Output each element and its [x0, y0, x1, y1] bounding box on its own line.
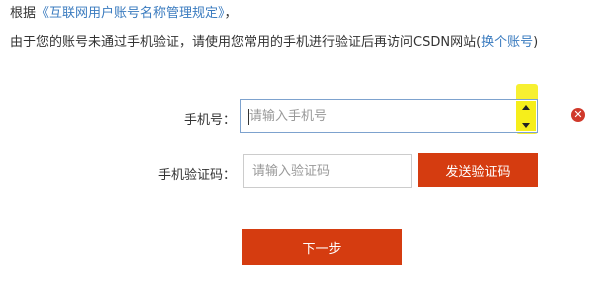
- code-input[interactable]: [244, 155, 411, 187]
- send-code-button[interactable]: 发送验证码: [418, 153, 538, 187]
- notice-paren-close: ): [533, 35, 539, 50]
- spinner-down-icon[interactable]: [516, 119, 536, 131]
- notice-prefix: 根据: [10, 6, 37, 21]
- rules-link[interactable]: 《互联网用户账号名称管理规定》: [36, 6, 225, 21]
- phone-label: 手机号：: [183, 113, 236, 128]
- phone-input[interactable]: [241, 100, 537, 132]
- switch-account-link[interactable]: 换个账号: [481, 35, 533, 50]
- next-step-button[interactable]: 下一步: [242, 229, 402, 265]
- close-circle-icon[interactable]: ✕: [571, 108, 585, 122]
- notice-line-2: 由于您的账号未通过手机验证，请使用您常用的手机进行验证后再访问CSDN网站(换个…: [10, 35, 538, 51]
- notice-verify-text: 由于您的账号未通过手机验证，请使用您常用的手机进行验证后再访问CSDN网站(: [10, 35, 482, 50]
- text-caret: [248, 109, 249, 125]
- spinner-up-icon[interactable]: [516, 101, 536, 113]
- code-field[interactable]: [243, 154, 412, 188]
- phone-field[interactable]: [240, 99, 538, 133]
- notice-line-1: 根据《互联网用户账号名称管理规定》，: [10, 6, 238, 22]
- code-label: 手机验证码：: [157, 168, 236, 183]
- number-spinner[interactable]: [516, 101, 536, 131]
- notice-suffix: ，: [224, 6, 238, 21]
